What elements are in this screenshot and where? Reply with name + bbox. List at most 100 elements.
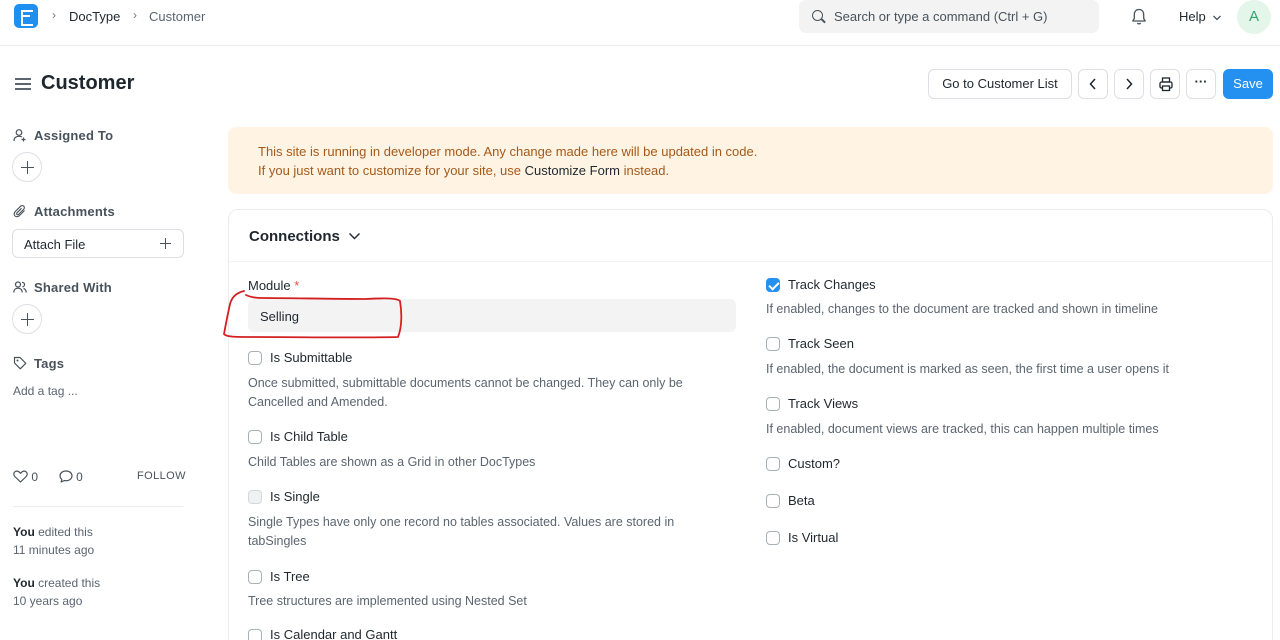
search-placeholder: Search or type a command (Ctrl + G): [834, 9, 1048, 24]
is-calendar-gantt-checkbox[interactable]: [248, 629, 262, 640]
search-bar[interactable]: Search or type a command (Ctrl + G): [799, 0, 1099, 33]
assigned-to-label: Assigned To: [34, 128, 114, 143]
alert-line-2-prefix: If you just want to customize for your s…: [258, 163, 525, 178]
follow-button[interactable]: FOLLOW: [137, 470, 186, 482]
more-actions-button[interactable]: ···: [1186, 69, 1216, 99]
activity-time: 11 minutes ago: [13, 543, 95, 557]
track-changes-label: Track Changes: [788, 277, 876, 292]
navbar: › DocType › Customer Search or type a co…: [0, 0, 1280, 46]
alert-line-1: This site is running in developer mode. …: [258, 144, 758, 159]
description-line: Once submitted, submittable documents ca…: [248, 376, 683, 390]
module-label-text: Module: [248, 278, 291, 293]
activity-user: You: [13, 525, 35, 539]
track-views-checkbox[interactable]: [766, 397, 780, 411]
activity-item: You created this 10 years ago: [13, 574, 100, 610]
is-calendar-gantt-label: Is Calendar and Gantt: [270, 627, 398, 640]
track-seen-checkbox[interactable]: [766, 337, 780, 351]
plus-icon: [160, 238, 171, 249]
activity-action: created this: [34, 576, 101, 590]
is-virtual-label: Is Virtual: [788, 530, 839, 545]
is-submittable-description: Once submitted, submittable documents ca…: [248, 374, 683, 412]
sidebar-toggle-icon[interactable]: [15, 78, 31, 90]
activity-action: edited this: [34, 525, 93, 539]
help-label: Help: [1179, 9, 1206, 24]
customize-form-link[interactable]: Customize Form: [525, 163, 620, 178]
user-icon: [13, 129, 26, 142]
next-record-button[interactable]: [1114, 69, 1144, 99]
activity-item: You edited this 11 minutes ago: [13, 523, 94, 559]
is-submittable-checkbox[interactable]: [248, 351, 262, 365]
activity-user: You: [13, 576, 35, 590]
previous-record-button[interactable]: [1078, 69, 1108, 99]
page-title: Customer: [41, 72, 135, 94]
add-tag-link[interactable]: Add a tag ...: [13, 384, 78, 398]
printer-icon: [1159, 77, 1173, 92]
is-tree-description: Tree structures are implemented using Ne…: [248, 594, 527, 608]
description-line: Cancelled and Amended.: [248, 395, 388, 409]
help-dropdown[interactable]: Help: [1179, 9, 1222, 24]
shared-with-label: Shared With: [34, 280, 112, 295]
section-divider: [229, 261, 1272, 262]
track-views-description: If enabled, document views are tracked, …: [766, 422, 1159, 436]
is-single-description: Single Types have only one record no tab…: [248, 513, 674, 551]
track-views-label: Track Views: [788, 396, 859, 411]
is-child-table-description: Child Tables are shown as a Grid in othe…: [248, 455, 536, 469]
attachments-label: Attachments: [34, 204, 115, 219]
track-changes-description: If enabled, changes to the document are …: [766, 302, 1158, 316]
sidebar-divider: [13, 506, 183, 507]
custom-checkbox[interactable]: [766, 457, 780, 471]
breadcrumb-doctype[interactable]: DocType: [69, 9, 120, 24]
heart-icon[interactable]: [13, 470, 28, 483]
print-button[interactable]: [1150, 69, 1180, 99]
activity-time: 10 years ago: [13, 594, 83, 608]
likes-count: 0: [31, 470, 39, 484]
is-tree-checkbox[interactable]: [248, 570, 262, 584]
is-child-table-checkbox[interactable]: [248, 430, 262, 444]
go-to-list-button[interactable]: Go to Customer List: [928, 69, 1072, 99]
tag-icon: [13, 356, 27, 370]
is-child-table-label: Is Child Table: [270, 429, 348, 444]
add-assignee-button[interactable]: [12, 152, 42, 182]
breadcrumb-customer[interactable]: Customer: [149, 9, 205, 24]
developer-mode-alert: This site is running in developer mode. …: [228, 127, 1273, 194]
is-tree-label: Is Tree: [270, 569, 310, 584]
module-value: Selling: [260, 309, 300, 324]
is-single-checkbox[interactable]: [248, 490, 262, 504]
track-changes-checkbox[interactable]: [766, 278, 780, 292]
track-seen-label: Track Seen: [788, 336, 854, 351]
app-logo[interactable]: [14, 4, 38, 28]
chevron-down-icon[interactable]: [348, 231, 361, 241]
beta-checkbox[interactable]: [766, 494, 780, 508]
required-marker: *: [294, 278, 300, 293]
chevron-left-icon: [1089, 78, 1096, 90]
is-submittable-label: Is Submittable: [270, 350, 353, 365]
module-input[interactable]: Selling: [248, 299, 736, 332]
user-avatar[interactable]: A: [1237, 0, 1271, 34]
track-seen-description: If enabled, the document is marked as se…: [766, 362, 1169, 376]
notification-bell-icon[interactable]: [1131, 8, 1147, 26]
likes-comments: 0 0: [13, 470, 83, 484]
comment-icon[interactable]: [59, 470, 73, 483]
module-label: Module *: [248, 278, 299, 293]
chevron-right-icon: [1126, 78, 1133, 90]
attach-file-button[interactable]: Attach File: [12, 229, 184, 258]
alert-line-2: If you just want to customize for your s…: [258, 163, 669, 178]
save-button[interactable]: Save: [1223, 69, 1273, 99]
section-title[interactable]: Connections: [249, 228, 340, 245]
alert-line-2-suffix: instead.: [619, 163, 670, 178]
chevron-right-icon: ›: [52, 8, 56, 22]
comments-count: 0: [76, 470, 83, 484]
description-line: Single Types have only one record no tab…: [248, 515, 675, 529]
add-share-button[interactable]: [12, 304, 42, 334]
custom-label: Custom?: [788, 456, 841, 471]
attach-file-label: Attach File: [24, 237, 86, 252]
users-icon: [13, 281, 27, 293]
is-single-label: Is Single: [270, 489, 320, 504]
is-virtual-checkbox[interactable]: [766, 531, 780, 545]
chevron-right-icon: ›: [133, 8, 137, 22]
beta-label: Beta: [788, 493, 815, 508]
tags-label: Tags: [34, 356, 65, 371]
description-line: tabSingles: [248, 534, 307, 548]
paperclip-icon: [13, 204, 25, 218]
search-icon: [812, 10, 823, 21]
